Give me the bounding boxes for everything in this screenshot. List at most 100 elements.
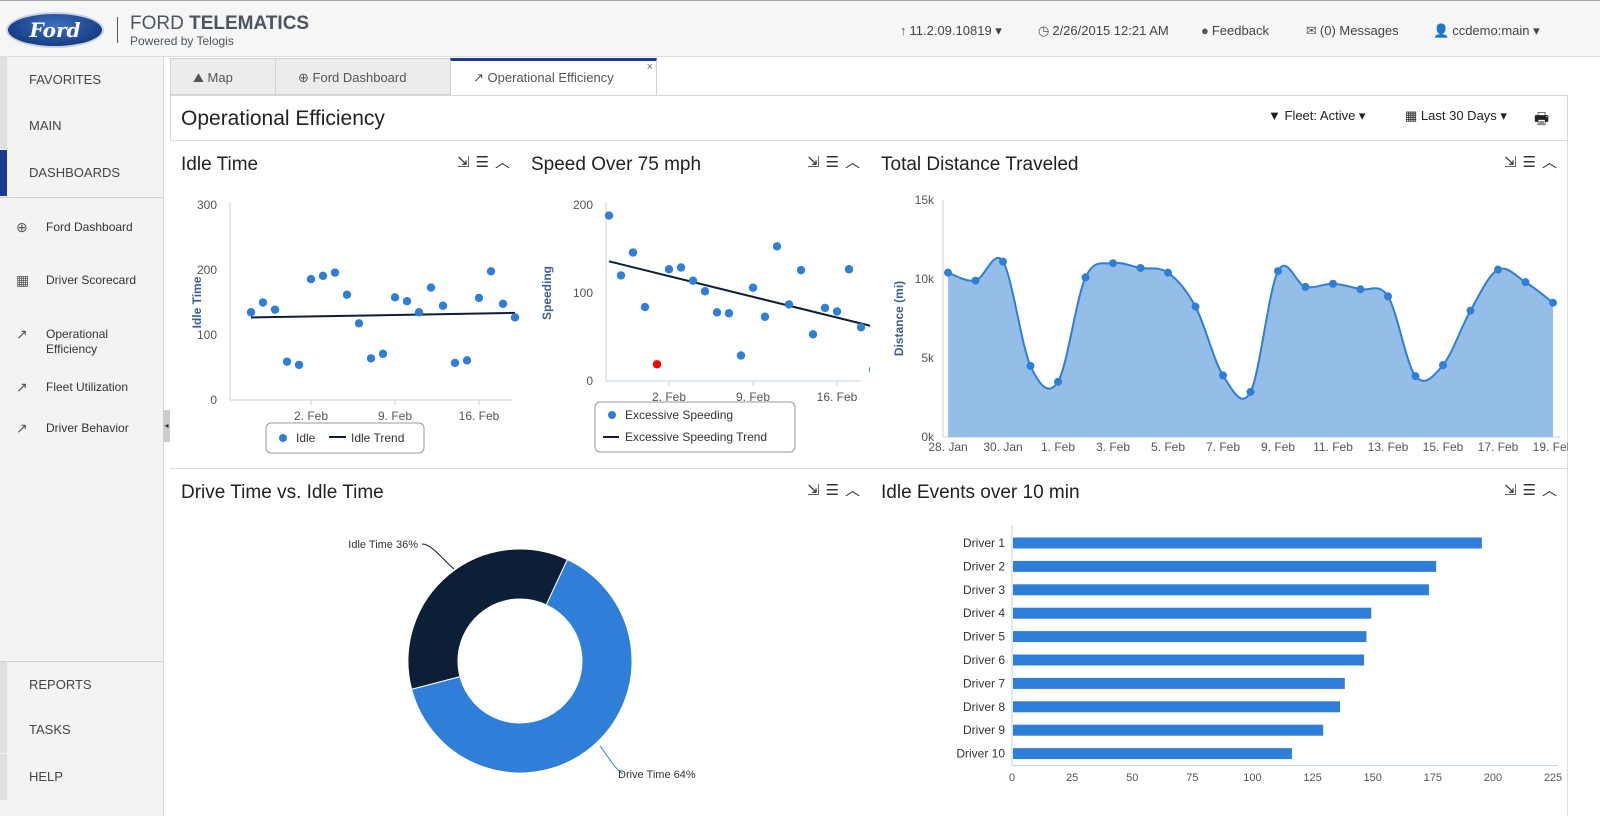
chevron-up-icon[interactable]: ︿ (1542, 482, 1557, 499)
data-table-icon[interactable]: ☰ (476, 154, 489, 171)
x-tick-label: 11. Feb (1313, 440, 1353, 454)
brand-title: FORD TELEMATICS (130, 13, 309, 35)
bar (1013, 654, 1365, 666)
data-point (676, 263, 686, 272)
x-tick-label: 28. Jan (928, 440, 967, 454)
printer-icon: 🖶 (1534, 111, 1550, 128)
data-point (1356, 285, 1365, 294)
data-point (1246, 387, 1255, 396)
data-point (1521, 278, 1530, 287)
data-point (1081, 273, 1090, 282)
pie-slice (407, 548, 568, 690)
print-button[interactable]: 🖶 (1534, 108, 1549, 135)
data-point (258, 298, 268, 307)
sidebar-help[interactable]: HELP (0, 754, 163, 800)
x-tick-label: 225 (1544, 772, 1562, 784)
chevron-up-icon[interactable]: ︿ (845, 482, 860, 499)
x-tick-label: 16. Feb (459, 409, 500, 423)
calendar-icon: ▦ (1405, 108, 1418, 123)
x-tick-label: 9. Feb (1261, 440, 1295, 454)
data-point (760, 312, 770, 321)
messages-link[interactable]: ✉ (0) Messages (1306, 23, 1399, 39)
x-tick-label: 50 (1126, 772, 1138, 784)
fleet-filter-text: Fleet: Active (1284, 108, 1356, 123)
divider (117, 17, 118, 43)
data-point (796, 265, 806, 275)
version-text: 11.2.09.10819 (909, 23, 992, 38)
sidebar-item-fleet-utilization[interactable]: ↗ Fleet Utilization (16, 380, 156, 395)
sidebar-collapse-handle[interactable]: ◂ (163, 410, 170, 442)
data-point (450, 358, 460, 368)
bar (1013, 748, 1292, 760)
y-tick-label: 10k (915, 272, 935, 286)
export-icon[interactable]: ⇲ (807, 482, 820, 499)
panel-title: Drive Time vs. Idle Time (181, 482, 384, 503)
speech-bubble-icon: ● (1201, 23, 1209, 38)
export-icon[interactable]: ⇲ (1504, 154, 1517, 171)
idle-time-chart: 0 100 200 300 2. Feb 9. Feb 16. Feb Idle Time Id… (190, 198, 520, 454)
category-label: Driver 2 (963, 559, 1005, 573)
y-tick-label: 0 (586, 374, 593, 388)
data-table-icon[interactable]: ☰ (1523, 482, 1536, 499)
fleet-filter-dropdown[interactable]: ▼ Fleet: Active ▾ (1268, 108, 1365, 124)
version-menu[interactable]: ↑ 11.2.09.10819 ▾ (900, 23, 1002, 39)
tab-label: Map (207, 70, 233, 85)
data-point (971, 276, 980, 285)
globe-chart-icon: ⊕ (16, 219, 28, 235)
data-point (628, 248, 638, 257)
tab-map[interactable]: ⛰ Map (170, 58, 276, 95)
bar (1013, 607, 1372, 619)
data-table-icon[interactable]: ☰ (826, 482, 839, 499)
y-tick-label: 15k (915, 193, 935, 207)
data-point (366, 354, 376, 363)
close-tab-button[interactable]: × (647, 51, 653, 84)
data-table-icon[interactable]: ☰ (826, 154, 839, 171)
x-tick-label: 200 (1484, 772, 1502, 784)
sidebar-item-driver-scorecard[interactable]: ▦ Driver Scorecard (16, 273, 156, 288)
chevron-up-icon[interactable]: ︿ (495, 154, 510, 171)
category-label: Driver 10 (956, 747, 1005, 761)
date-range-dropdown[interactable]: ▦ Last 30 Days ▾ (1405, 108, 1507, 124)
legend-label: Excessive Speeding Trend (625, 430, 767, 444)
data-point (1384, 292, 1392, 301)
category-label: Driver 3 (963, 583, 1005, 597)
data-point (820, 303, 830, 313)
tab-operational-efficiency[interactable]: ↗ Operational Efficiency × (450, 58, 657, 95)
x-tick-label: 1. Feb (1041, 440, 1075, 454)
datetime-text: 2/26/2015 12:21 AM (1052, 23, 1169, 38)
feedback-text: Feedback (1211, 23, 1269, 38)
idle-events-chart: 0 25 50 75 100 125 150 175 200 225 Driver 1 Driver … (956, 525, 1562, 784)
data-table-icon[interactable]: ☰ (1523, 154, 1536, 171)
sidebar-tasks[interactable]: TASKS (0, 707, 163, 753)
data-point (808, 330, 818, 339)
sidebar-item-operational-efficiency[interactable]: ↗ Operational Efficiency (16, 327, 156, 357)
data-point (378, 349, 388, 359)
data-point (1054, 377, 1062, 386)
x-tick-label: 150 (1363, 772, 1381, 784)
feedback-link[interactable]: ● Feedback (1201, 23, 1269, 38)
data-point (1329, 279, 1337, 288)
chevron-up-icon[interactable]: ︿ (1542, 154, 1557, 171)
legend-label: Idle Trend (351, 431, 404, 445)
export-icon[interactable]: ⇲ (807, 154, 820, 171)
bar (1013, 701, 1341, 713)
ford-logo[interactable]: Ford (6, 12, 104, 48)
sidebar-dashboards[interactable]: DASHBOARDS (0, 150, 163, 196)
x-tick-label: 175 (1424, 772, 1442, 784)
data-point (498, 299, 508, 308)
data-point (486, 267, 496, 276)
data-point (736, 351, 746, 360)
sidebar-item-driver-behavior[interactable]: ↗ Driver Behavior (16, 421, 156, 436)
sidebar-main[interactable]: MAIN (0, 103, 163, 149)
sidebar-favorites[interactable]: FAVORITES (0, 57, 163, 103)
export-icon[interactable]: ⇲ (457, 154, 470, 171)
export-icon[interactable]: ⇲ (1504, 482, 1517, 499)
sidebar-item-ford-dashboard[interactable]: ⊕ Ford Dashboard (16, 220, 156, 235)
user-menu[interactable]: 👤 ccdemo:main ▾ (1433, 23, 1540, 39)
tab-ford-dashboard[interactable]: ⊕ Ford Dashboard (275, 58, 451, 95)
chevron-up-icon[interactable]: ︿ (845, 154, 860, 171)
sidebar-reports[interactable]: REPORTS (0, 662, 163, 708)
distance-panel: 0k 5k 10k 15k 28. Jan 30. Jan 1. Feb 3. Feb 5. F… (870, 140, 1568, 469)
data-point (318, 271, 328, 281)
data-point (1136, 263, 1145, 272)
